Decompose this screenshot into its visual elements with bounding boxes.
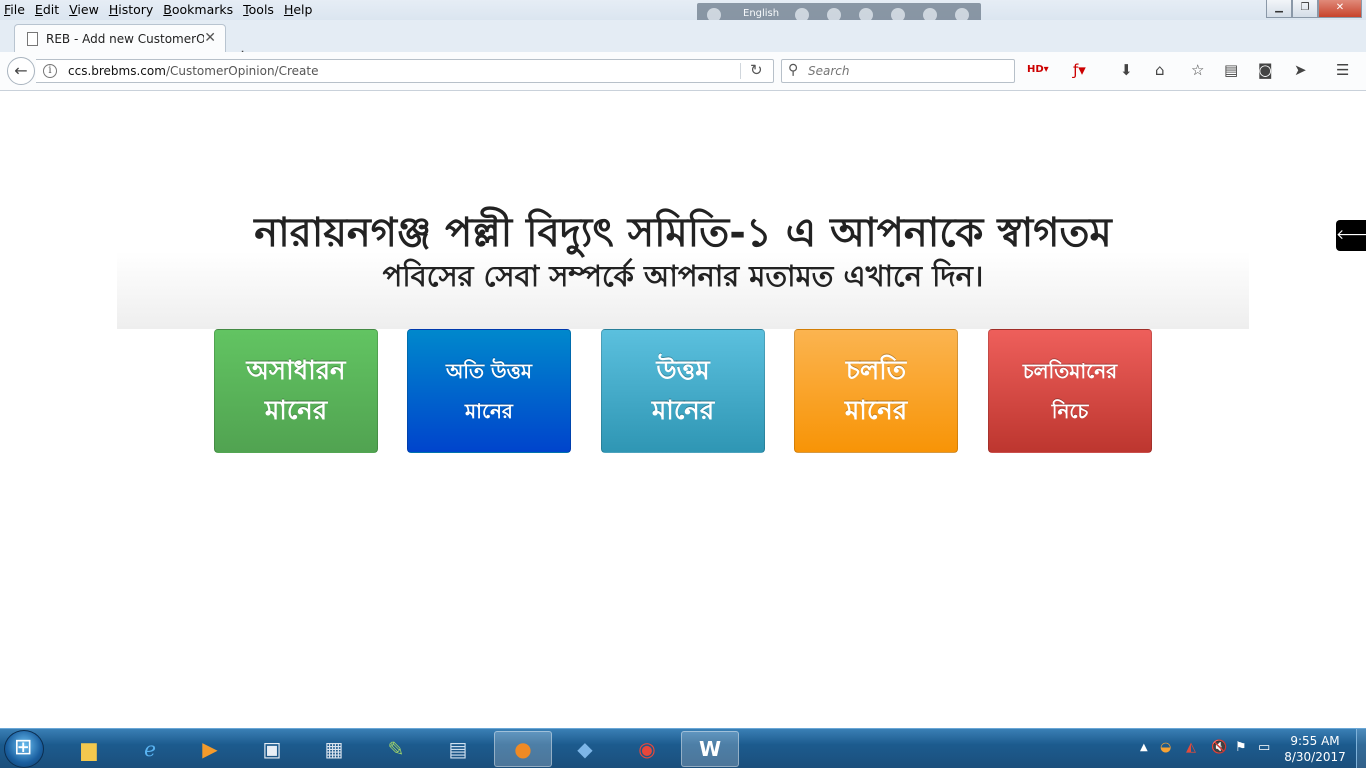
network-icon[interactable]: ▭ xyxy=(1258,740,1270,755)
calculator-icon[interactable]: ▦ xyxy=(305,731,363,767)
menu-tools[interactable]: Tools xyxy=(243,2,274,17)
rating-average-button[interactable]: চলতি মানের xyxy=(794,329,958,453)
file-explorer-icon[interactable]: ▆ xyxy=(60,731,118,767)
rating-label-line2: মানের xyxy=(465,399,513,423)
back-button[interactable]: ← xyxy=(7,57,35,85)
start-button[interactable] xyxy=(4,730,44,768)
url-bar[interactable]: i ccs.brebms.com/CustomerOpinion/Create … xyxy=(36,59,774,83)
rating-excellent-button[interactable]: অসাধারন মানের xyxy=(214,329,378,453)
rating-label-line2: নিচে xyxy=(1051,399,1089,423)
send-icon[interactable]: ➤ xyxy=(1294,61,1307,79)
navigation-bar: ← i ccs.brebms.com/CustomerOpinion/Creat… xyxy=(0,52,1366,91)
rating-below-average-button[interactable]: চলতিমানের নিচে xyxy=(988,329,1152,453)
menu-bar: File Edit View History Bookmarks Tools H… xyxy=(4,2,322,17)
tab-title: REB - Add new CustomerOpi xyxy=(46,32,204,46)
reload-icon[interactable]: ↻ xyxy=(750,61,763,79)
notepad-plus-icon[interactable]: ✎ xyxy=(367,731,425,767)
tab-close-icon[interactable]: ✕ xyxy=(204,30,216,46)
rating-label-line2: মানের xyxy=(844,396,908,426)
menu-help[interactable]: Help xyxy=(284,2,313,17)
internet-explorer-icon[interactable]: ℯ xyxy=(121,731,179,767)
hd-icon[interactable]: HD▾ xyxy=(1027,64,1049,75)
clock-time: 9:55 AM xyxy=(1290,734,1340,748)
rating-good-button[interactable]: উত্তম মানের xyxy=(601,329,765,453)
rating-label-line1: চলতিমানের xyxy=(1022,359,1118,383)
arrow-left-icon: 🡐 xyxy=(1336,227,1366,243)
system-clock[interactable]: 9:55 AM 8/30/2017 xyxy=(1280,733,1350,765)
page-icon xyxy=(27,32,38,46)
taskbar: ▆ ℯ ▶ ▣ ▦ ✎ ▤ ● ◆ ◉ W ▲ ◒ ◭ 🔇 ⚑ ▭ 9:55 A… xyxy=(0,728,1366,768)
menu-view[interactable]: View xyxy=(69,2,99,17)
volume-muted-icon[interactable]: 🔇 xyxy=(1211,740,1227,755)
acrobat-icon[interactable]: ◭ xyxy=(1186,740,1196,755)
flag-icon[interactable]: ⚑ xyxy=(1235,740,1247,755)
page-subtitle: পবিসের সেবা সম্পর্কে আপনার মতামত এখানে দ… xyxy=(382,259,984,293)
menu-icon[interactable]: ☰ xyxy=(1336,61,1349,79)
home-icon[interactable]: ⌂ xyxy=(1155,61,1165,79)
url-path: /CustomerOpinion/Create xyxy=(165,64,319,78)
search-input[interactable] xyxy=(808,63,1008,79)
reading-list-icon[interactable]: ▤ xyxy=(1224,61,1238,79)
tab-active[interactable]: REB - Add new CustomerOpi ✕ xyxy=(14,24,226,52)
show-hidden-icons[interactable]: ▲ xyxy=(1140,742,1148,753)
search-icon: ⚲ xyxy=(788,62,799,78)
rating-label-line2: মানের xyxy=(264,396,328,426)
word-icon[interactable]: W xyxy=(681,731,739,767)
tab-strip: REB - Add new CustomerOpi ✕ + xyxy=(0,20,1366,67)
url-text[interactable]: ccs.brebms.com/CustomerOpinion/Create xyxy=(68,64,318,78)
rating-label-line1: অসাধারন xyxy=(246,356,346,386)
site-info-icon[interactable]: i xyxy=(43,64,57,78)
minimize-button[interactable]: ▁ xyxy=(1266,0,1292,18)
window-controls: ▁ ❐ ✕ xyxy=(1266,0,1362,18)
clock-date: 8/30/2017 xyxy=(1284,750,1346,764)
avast-icon[interactable]: ◒ xyxy=(1160,740,1171,755)
restore-button[interactable]: ❐ xyxy=(1292,0,1318,18)
rating-very-good-button[interactable]: অতি উত্তম মানের xyxy=(407,329,571,453)
chrome-icon[interactable]: ◉ xyxy=(618,731,676,767)
search-bar[interactable]: ⚲ xyxy=(781,59,1015,83)
rating-label-line1: চলতি xyxy=(845,356,907,386)
pocket-icon[interactable]: ◙ xyxy=(1258,61,1273,79)
side-panel-toggle[interactable]: 🡐 xyxy=(1336,220,1366,251)
media-player-icon[interactable]: ▶ xyxy=(181,731,239,767)
rating-label-line1: অতি উত্তম xyxy=(445,359,532,383)
firefox-icon[interactable]: ● xyxy=(494,731,552,767)
menu-bookmarks[interactable]: Bookmarks xyxy=(163,2,233,17)
internet-download-icon[interactable]: ◆ xyxy=(556,731,614,767)
rating-label-line1: উত্তম xyxy=(656,356,710,386)
page-content: নারায়নগঞ্জ পল্লী বিদ্যুৎ সমিতি-১ এ আপনা… xyxy=(0,91,1366,728)
rating-label-line2: মানের xyxy=(651,396,715,426)
network-manager-icon[interactable]: ▤ xyxy=(429,731,487,767)
url-separator xyxy=(740,63,741,79)
flash-icon[interactable]: ƒ▾ xyxy=(1073,61,1086,79)
download-icon[interactable]: ⬇ xyxy=(1120,61,1133,79)
url-host: ccs.brebms.com xyxy=(68,64,166,78)
language-label[interactable]: English xyxy=(743,8,779,19)
menu-history[interactable]: History xyxy=(109,2,153,17)
title-bar: File Edit View History Bookmarks Tools H… xyxy=(0,0,1366,28)
show-desktop-button[interactable] xyxy=(1356,729,1366,768)
control-panel-icon[interactable]: ▣ xyxy=(243,731,301,767)
menu-edit[interactable]: Edit xyxy=(35,2,59,17)
close-button[interactable]: ✕ xyxy=(1318,0,1362,18)
bookmark-star-icon[interactable]: ☆ xyxy=(1191,61,1204,79)
menu-file[interactable]: File xyxy=(4,2,25,17)
